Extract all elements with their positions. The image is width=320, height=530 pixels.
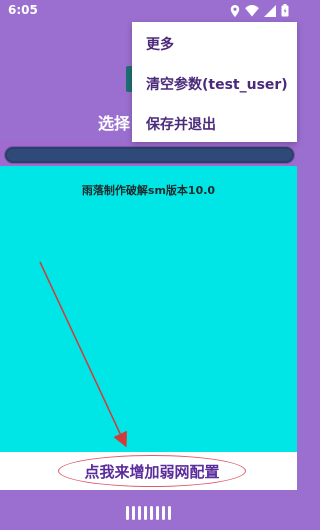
location-icon — [230, 4, 240, 17]
status-icons — [230, 4, 289, 17]
version-label: 雨落制作破解sm版本10.0 — [81, 184, 216, 197]
signal-icon — [264, 4, 276, 17]
progress-bar — [4, 146, 295, 164]
status-bar: 6:05 — [0, 0, 297, 22]
page-title: 选择 — [98, 114, 131, 133]
menu-item-save-exit[interactable]: 保存并退出 — [146, 114, 216, 134]
bottom-logo — [126, 502, 172, 520]
wifi-icon — [245, 4, 259, 17]
status-time: 6:05 — [8, 3, 38, 17]
menu-item-more[interactable]: 更多 — [146, 34, 174, 54]
battery-icon — [281, 4, 289, 17]
content-area — [0, 166, 297, 452]
menu-item-clear-params[interactable]: 清空参数(test_user) — [146, 74, 288, 94]
add-weak-network-config-button[interactable]: 点我来增加弱网配置 — [58, 455, 246, 487]
overflow-menu: 更多 清空参数(test_user) 保存并退出 — [132, 22, 297, 142]
